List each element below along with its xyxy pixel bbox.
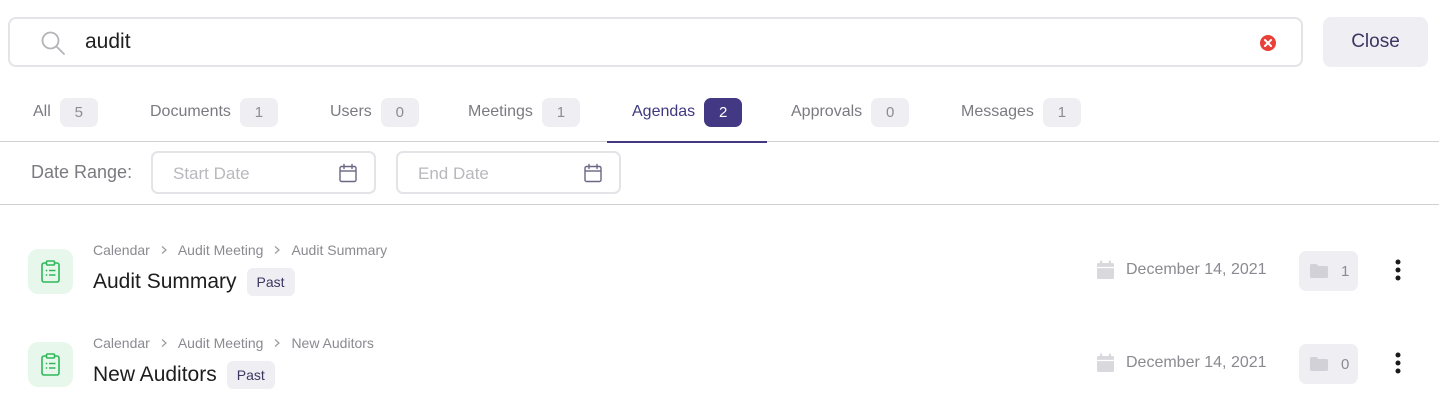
tab-agendas[interactable]: Agendas 2 bbox=[606, 88, 768, 143]
result-title-row: Audit Summary Past bbox=[93, 268, 295, 296]
calendar-icon bbox=[1097, 353, 1114, 372]
folder-icon bbox=[1310, 264, 1328, 278]
breadcrumb-item[interactable]: Calendar bbox=[93, 242, 150, 258]
result-title-row: New Auditors Past bbox=[93, 361, 275, 389]
result-date: December 14, 2021 bbox=[1096, 260, 1267, 280]
status-badge: Past bbox=[226, 361, 275, 389]
tab-count-badge: 0 bbox=[380, 98, 419, 127]
tab-count-badge: 1 bbox=[1042, 98, 1081, 127]
tab-label: Approvals bbox=[791, 103, 863, 120]
result-title[interactable]: New Auditors bbox=[93, 363, 217, 387]
tab-approvals[interactable]: Approvals 0 bbox=[791, 88, 910, 142]
breadcrumb-item[interactable]: New Auditors bbox=[291, 335, 373, 351]
calendar-icon bbox=[1097, 260, 1114, 279]
attachments-count-text: 1 bbox=[1341, 262, 1350, 280]
tab-count-badge: 1 bbox=[541, 98, 580, 127]
folder-icon bbox=[1310, 357, 1328, 371]
result-title[interactable]: Audit Summary bbox=[93, 270, 237, 294]
breadcrumb-item[interactable]: Audit Summary bbox=[291, 242, 387, 258]
breadcrumb: Calendar Audit Meeting Audit Summary bbox=[93, 242, 387, 258]
chevron-right-icon bbox=[161, 339, 167, 347]
clipboard-icon bbox=[41, 260, 60, 283]
tab-label: All bbox=[33, 103, 51, 120]
end-date-input[interactable] bbox=[418, 162, 568, 186]
tab-count-badge: 5 bbox=[59, 98, 98, 127]
more-options-icon[interactable] bbox=[1388, 348, 1408, 378]
tab-meetings[interactable]: Meetings 1 bbox=[468, 88, 580, 142]
tab-documents[interactable]: Documents 1 bbox=[150, 88, 278, 142]
close-button[interactable]: Close bbox=[1323, 17, 1428, 67]
chevron-right-icon bbox=[275, 246, 281, 254]
search-box bbox=[8, 17, 1303, 67]
breadcrumb-item[interactable]: Audit Meeting bbox=[178, 242, 264, 258]
tab-count-badge: 1 bbox=[239, 98, 278, 127]
tab-count-badge: 0 bbox=[871, 98, 910, 127]
status-badge: Past bbox=[246, 268, 295, 296]
date-range-filter: Date Range: bbox=[0, 142, 1439, 205]
chevron-right-icon bbox=[161, 246, 167, 254]
result-item[interactable]: Calendar Audit Meeting Audit Summary Aud… bbox=[0, 227, 1439, 317]
tab-label: Users bbox=[330, 103, 372, 120]
tab-label: Agendas bbox=[632, 103, 696, 120]
filter-tabs: All 5 Documents 1 Users 0 Meetings 1 Age… bbox=[0, 88, 1439, 143]
attachments-count[interactable]: 1 bbox=[1299, 251, 1358, 291]
breadcrumb-item[interactable]: Audit Meeting bbox=[178, 335, 264, 351]
agenda-type-icon bbox=[28, 342, 73, 387]
result-date: December 14, 2021 bbox=[1096, 353, 1267, 373]
result-item[interactable]: Calendar Audit Meeting New Auditors New … bbox=[0, 320, 1439, 406]
date-text: December 14, 2021 bbox=[1126, 354, 1267, 371]
agenda-type-icon bbox=[28, 249, 73, 294]
tab-users[interactable]: Users 0 bbox=[330, 88, 419, 142]
chevron-right-icon bbox=[275, 339, 281, 347]
attachments-count[interactable]: 0 bbox=[1299, 344, 1358, 384]
date-range-label: Date Range: bbox=[31, 162, 133, 182]
breadcrumb-item[interactable]: Calendar bbox=[93, 335, 150, 351]
tab-label: Documents bbox=[150, 103, 231, 120]
end-date-field[interactable] bbox=[396, 151, 621, 194]
start-date-field[interactable] bbox=[151, 151, 376, 194]
clipboard-icon bbox=[41, 353, 60, 376]
attachments-count-text: 0 bbox=[1341, 355, 1350, 373]
tab-count-badge: 2 bbox=[704, 98, 743, 127]
calendar-icon[interactable] bbox=[338, 163, 358, 183]
start-date-input[interactable] bbox=[173, 162, 323, 186]
search-input[interactable] bbox=[85, 27, 1235, 57]
tab-all[interactable]: All 5 bbox=[33, 88, 98, 142]
more-options-icon[interactable] bbox=[1388, 255, 1408, 285]
tab-label: Messages bbox=[961, 103, 1034, 120]
calendar-icon[interactable] bbox=[583, 163, 603, 183]
tab-messages[interactable]: Messages 1 bbox=[961, 88, 1081, 142]
search-icon bbox=[41, 31, 65, 55]
breadcrumb: Calendar Audit Meeting New Auditors bbox=[93, 335, 374, 351]
date-text: December 14, 2021 bbox=[1126, 261, 1267, 278]
tab-label: Meetings bbox=[468, 103, 533, 120]
clear-search-icon[interactable] bbox=[1259, 34, 1277, 52]
